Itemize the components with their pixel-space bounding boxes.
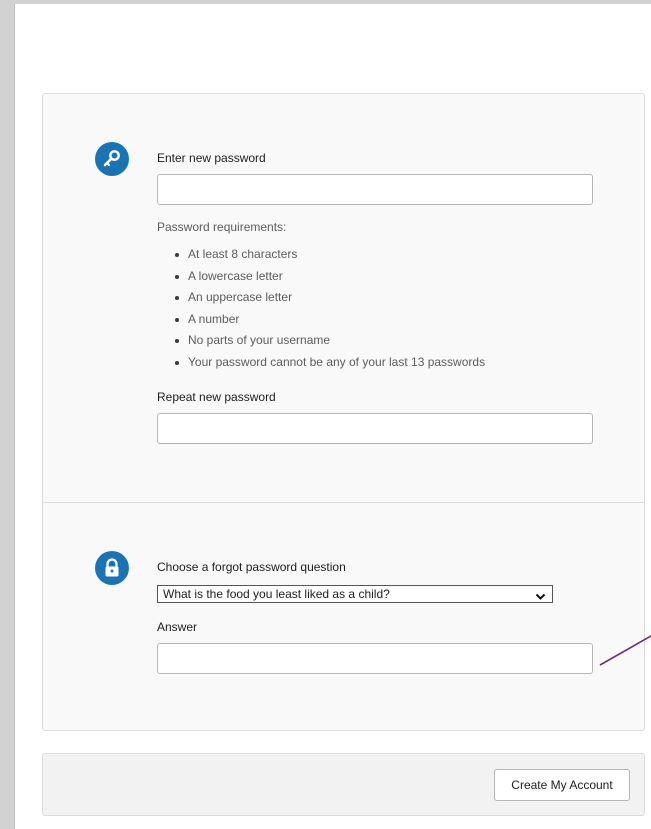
repeat-password-label: Repeat new password [157,390,276,404]
requirement-item: An uppercase letter [157,289,485,311]
window-frame-left [0,0,14,829]
selected-question-text: What is the food you least liked as a ch… [163,587,390,601]
new-password-input[interactable] [157,174,593,205]
security-question-label: Choose a forgot password question [157,560,346,574]
annotation-line [599,635,651,666]
security-question-select[interactable]: What is the food you least liked as a ch… [157,585,553,603]
key-icon [95,142,129,176]
window-frame-top [0,0,651,4]
answer-input[interactable] [157,643,593,674]
answer-label: Answer [157,620,198,634]
section-divider [43,502,644,503]
new-password-label: Enter new password [157,151,266,165]
requirement-item: Your password cannot be any of your last… [157,354,485,376]
password-requirements-title: Password requirements: [157,220,287,234]
requirement-item: At least 8 characters [157,246,485,268]
create-account-button[interactable]: Create My Account [494,769,630,801]
requirement-item: A lowercase letter [157,268,485,290]
requirement-item: A number [157,311,485,333]
password-requirements-list: At least 8 characters A lowercase letter… [157,246,485,376]
chevron-down-icon [535,589,546,605]
repeat-password-input[interactable] [157,413,593,444]
requirement-item: No parts of your username [157,332,485,354]
lock-icon [95,551,129,585]
window-frame-edge [14,4,15,829]
